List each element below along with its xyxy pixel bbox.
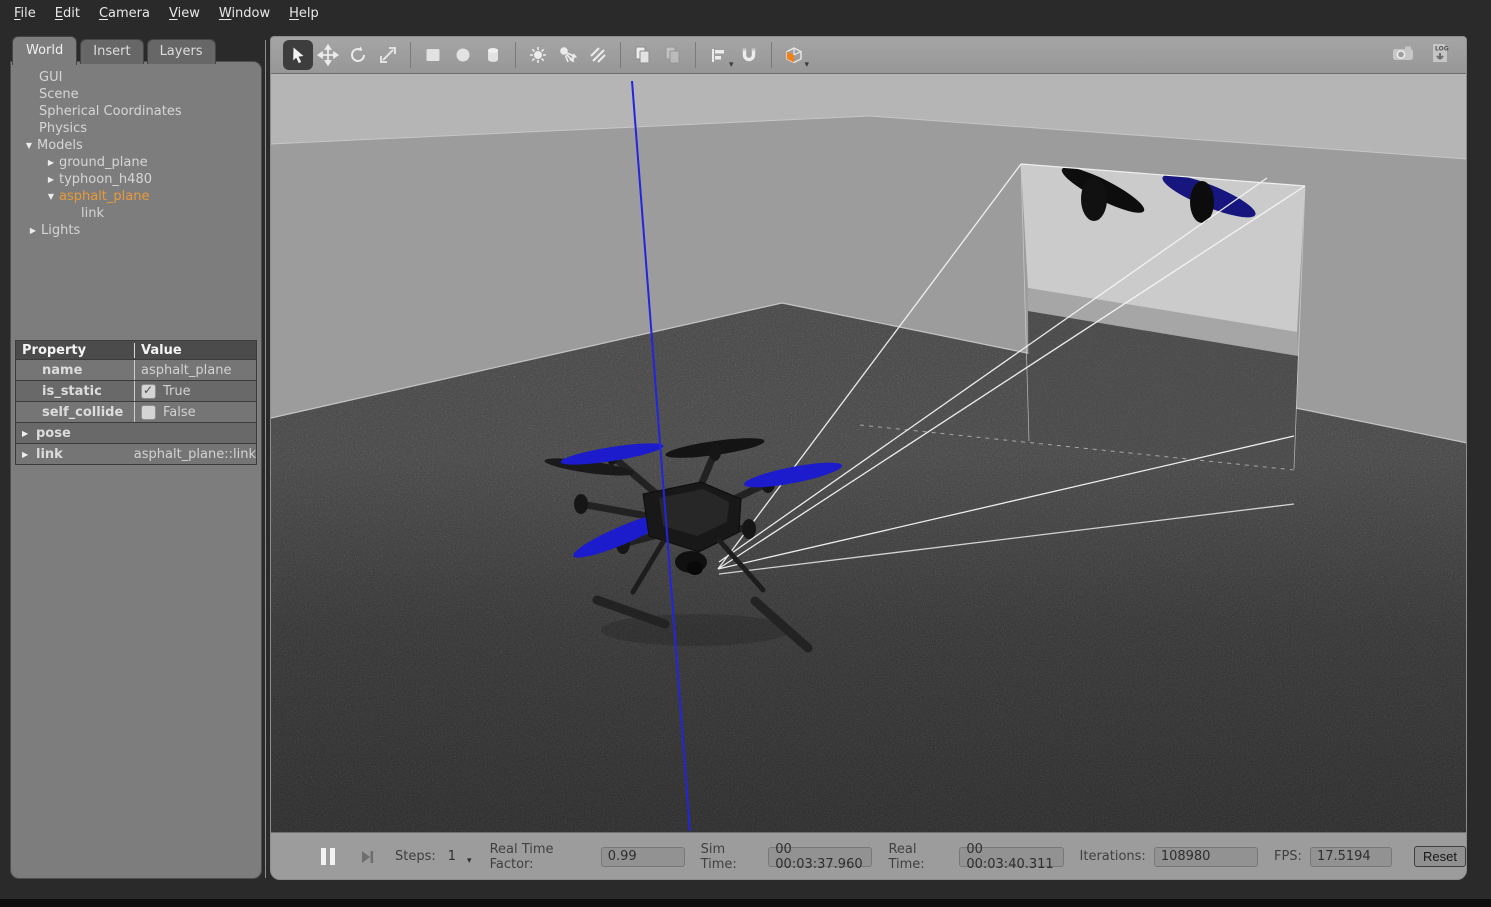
menu-window[interactable]: Window bbox=[219, 6, 270, 21]
render-toolbar: ▾ ▾ LOG bbox=[271, 37, 1466, 74]
tree-item-typhoon-h480[interactable]: ▶ typhoon_h480 bbox=[11, 171, 261, 188]
checkbox-unchecked[interactable] bbox=[141, 405, 156, 420]
render-viewport-frame: ▾ ▾ LOG bbox=[270, 36, 1467, 880]
tab-world[interactable]: World bbox=[12, 36, 77, 65]
sim-time-value-field: 00 00:03:37.960 bbox=[768, 847, 872, 867]
tree-item-models[interactable]: ▼ Models bbox=[11, 137, 261, 154]
chevron-right-icon[interactable]: ▶ bbox=[22, 429, 36, 438]
simulation-status-bar: Steps: 1 ▾ Real Time Factor: 0.99 Sim Ti… bbox=[271, 832, 1466, 880]
camera-image-visual bbox=[1021, 160, 1311, 474]
tree-item-physics[interactable]: Physics bbox=[11, 120, 261, 137]
world-tree: GUI Scene Spherical Coordinates Physics … bbox=[11, 62, 261, 239]
property-row-pose[interactable]: ▶ pose bbox=[16, 422, 256, 443]
chevron-down-icon[interactable]: ▼ bbox=[21, 137, 37, 154]
world-panel: GUI Scene Spherical Coordinates Physics … bbox=[10, 61, 262, 879]
toolbar-separator bbox=[771, 42, 772, 68]
real-time-label: Real Time: bbox=[888, 842, 951, 872]
fps-value-field: 17.5194 bbox=[1310, 847, 1392, 867]
panel-tabs: World Insert Layers bbox=[12, 35, 219, 64]
rotate-tool-icon[interactable] bbox=[343, 40, 373, 70]
panel-splitter[interactable] bbox=[265, 40, 266, 878]
iterations-label: Iterations: bbox=[1080, 849, 1146, 864]
steps-dropdown-caret[interactable]: ▾ bbox=[467, 856, 472, 866]
chevron-right-icon[interactable]: ▶ bbox=[22, 450, 36, 459]
toolbar-separator bbox=[695, 42, 696, 68]
select-tool-icon[interactable] bbox=[283, 40, 313, 70]
sim-time-label: Sim Time: bbox=[701, 842, 761, 872]
screenshot-camera-icon[interactable] bbox=[1390, 42, 1416, 68]
chevron-down-icon[interactable]: ▼ bbox=[43, 188, 59, 205]
property-table-header: Property Value bbox=[16, 341, 256, 359]
rtf-label: Real Time Factor: bbox=[490, 842, 593, 872]
box-shape-icon[interactable] bbox=[418, 40, 448, 70]
iterations-value-field: 108980 bbox=[1154, 847, 1258, 867]
toolbar-separator bbox=[620, 42, 621, 68]
pause-button[interactable] bbox=[321, 848, 335, 865]
tree-item-gui[interactable]: GUI bbox=[11, 69, 261, 86]
snap-magnet-icon[interactable] bbox=[734, 40, 764, 70]
align-dropdown-caret[interactable]: ▾ bbox=[729, 60, 734, 73]
drone-shadow bbox=[601, 614, 791, 646]
paste-icon[interactable] bbox=[658, 40, 688, 70]
real-time-value-field: 00 00:03:40.311 bbox=[959, 847, 1063, 867]
tree-item-link[interactable]: link bbox=[11, 205, 261, 222]
log-record-icon[interactable]: LOG bbox=[1428, 41, 1452, 69]
property-row-link[interactable]: ▶ link asphalt_plane::link bbox=[16, 443, 256, 464]
tree-item-scene[interactable]: Scene bbox=[11, 86, 261, 103]
toolbar-separator bbox=[515, 42, 516, 68]
spot-light-icon[interactable] bbox=[553, 40, 583, 70]
menu-view[interactable]: View bbox=[169, 6, 200, 21]
render-scene-3d[interactable] bbox=[271, 74, 1466, 832]
steps-value: 1 bbox=[448, 849, 456, 864]
menu-camera[interactable]: Camera bbox=[99, 6, 150, 21]
property-table: Property Value name asphalt_plane is_sta… bbox=[15, 340, 257, 465]
steps-label: Steps: bbox=[395, 849, 436, 864]
view-angle-dropdown-caret[interactable]: ▾ bbox=[805, 60, 810, 73]
sphere-shape-icon[interactable] bbox=[448, 40, 478, 70]
menu-help[interactable]: Help bbox=[289, 6, 319, 21]
directional-light-icon[interactable] bbox=[583, 40, 613, 70]
translate-tool-icon[interactable] bbox=[313, 40, 343, 70]
step-button[interactable] bbox=[359, 849, 375, 865]
fps-label: FPS: bbox=[1274, 849, 1302, 864]
tree-item-asphalt-plane[interactable]: ▼ asphalt_plane bbox=[11, 188, 261, 205]
tree-item-spherical-coordinates[interactable]: Spherical Coordinates bbox=[11, 103, 261, 120]
tree-item-lights[interactable]: ▶ Lights bbox=[11, 222, 261, 239]
property-row-name[interactable]: name asphalt_plane bbox=[16, 359, 256, 380]
window-bottom-edge bbox=[0, 899, 1491, 907]
reset-button[interactable]: Reset bbox=[1414, 846, 1466, 867]
checkbox-checked[interactable] bbox=[141, 384, 156, 399]
menu-file[interactable]: File bbox=[14, 6, 36, 21]
rtf-value-field: 0.99 bbox=[601, 847, 685, 867]
copy-icon[interactable] bbox=[628, 40, 658, 70]
chevron-right-icon[interactable]: ▶ bbox=[43, 171, 59, 188]
svg-text:LOG: LOG bbox=[1435, 46, 1449, 53]
property-row-self-collide[interactable]: self_collide False bbox=[16, 401, 256, 422]
toolbar-separator bbox=[410, 42, 411, 68]
tree-item-ground-plane[interactable]: ▶ ground_plane bbox=[11, 154, 261, 171]
menu-bar: File Edit Camera View Window Help bbox=[0, 0, 1491, 27]
chevron-right-icon[interactable]: ▶ bbox=[43, 154, 59, 171]
tab-insert[interactable]: Insert bbox=[80, 39, 143, 64]
cylinder-shape-icon[interactable] bbox=[478, 40, 508, 70]
tab-layers[interactable]: Layers bbox=[147, 39, 216, 64]
chevron-right-icon[interactable]: ▶ bbox=[25, 222, 41, 239]
point-light-icon[interactable] bbox=[523, 40, 553, 70]
property-row-is-static[interactable]: is_static True bbox=[16, 380, 256, 401]
menu-edit[interactable]: Edit bbox=[55, 6, 80, 21]
scale-tool-icon[interactable] bbox=[373, 40, 403, 70]
